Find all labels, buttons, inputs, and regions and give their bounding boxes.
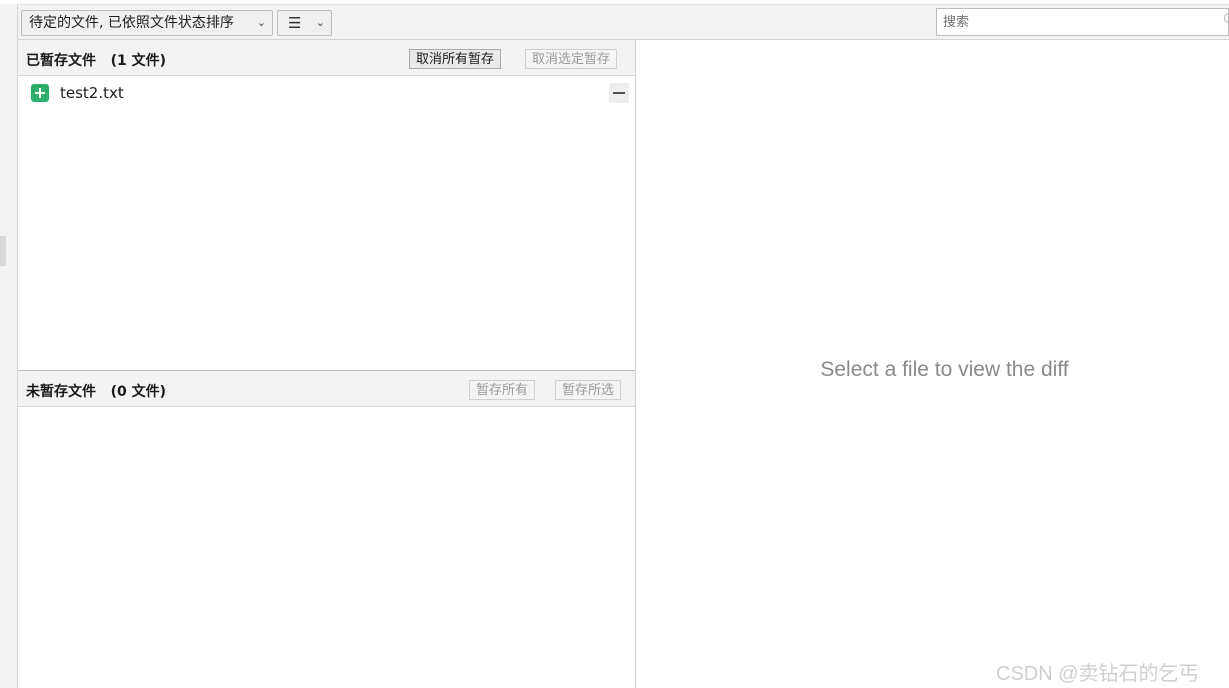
unstaged-files-header: 未暂存文件 (0 文件) 暂存所有 暂存所选 bbox=[18, 371, 635, 407]
left-sidebar-collapsed bbox=[0, 4, 18, 688]
list-menu-icon: ☰ bbox=[288, 14, 302, 32]
sidebar-resize-handle[interactable] bbox=[0, 236, 6, 266]
stage-selected-button[interactable]: 暂存所选 bbox=[555, 380, 622, 400]
chevron-down-icon: ⌄ bbox=[315, 16, 325, 29]
staged-file-row[interactable]: test2.txt bbox=[18, 80, 635, 106]
toolbar: 待定的文件, 已依照文件状态排序 ⌄ ☰ ⌄ bbox=[18, 4, 1229, 40]
unstage-all-button[interactable]: 取消所有暂存 bbox=[409, 49, 502, 69]
chevron-down-icon: ⌄ bbox=[256, 16, 266, 29]
unstage-file-minus-icon[interactable] bbox=[609, 83, 629, 103]
staged-files-pane: 已暂存文件 (1 文件) 取消所有暂存 取消选定暂存 test2.txt bbox=[18, 40, 636, 371]
sort-mode-dropdown[interactable]: 待定的文件, 已依照文件状态排序 ⌄ bbox=[21, 10, 273, 36]
diff-placeholder-text: Select a file to view the diff bbox=[820, 358, 1069, 381]
diff-viewer: Select a file to view the diff bbox=[636, 40, 1229, 688]
unstaged-files-title: 未暂存文件 (0 文件) bbox=[26, 384, 167, 400]
sort-mode-label: 待定的文件, 已依照文件状态排序 bbox=[29, 15, 234, 31]
view-mode-dropdown[interactable]: ☰ ⌄ bbox=[277, 10, 332, 36]
file-name: test2.txt bbox=[60, 84, 124, 102]
stage-all-button[interactable]: 暂存所有 bbox=[469, 380, 536, 400]
search-icon bbox=[1224, 13, 1229, 23]
watermark: CSDN @卖钻石的乞丐 bbox=[996, 663, 1199, 685]
staged-files-header: 已暂存文件 (1 文件) 取消所有暂存 取消选定暂存 bbox=[18, 40, 635, 76]
unstaged-files-pane: 未暂存文件 (0 文件) 暂存所有 暂存所选 bbox=[18, 371, 636, 688]
search-input[interactable] bbox=[936, 8, 1229, 36]
unstage-selected-button[interactable]: 取消选定暂存 bbox=[525, 49, 618, 69]
file-added-icon bbox=[31, 84, 49, 102]
staged-files-title: 已暂存文件 (1 文件) bbox=[26, 53, 167, 69]
